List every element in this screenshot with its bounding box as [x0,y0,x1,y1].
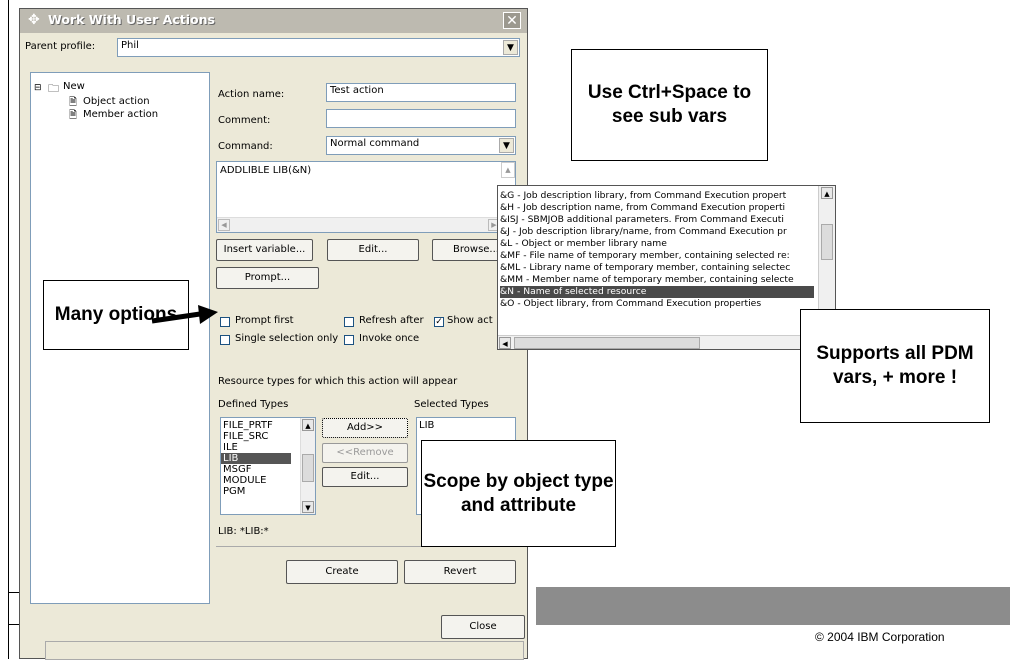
scroll-down-icon[interactable]: ▼ [302,501,314,513]
list-item[interactable]: &H - Job description name, from Command … [500,202,785,214]
scroll-up-icon[interactable]: ▲ [501,162,515,178]
status-bar [45,641,524,660]
list-item[interactable]: &J - Job description library/name, from … [500,226,787,238]
insert-variable-button[interactable]: Insert variable... [216,239,313,261]
command-label: Command: [218,141,273,152]
single-selection-checkbox[interactable] [220,335,230,345]
scroll-left-icon[interactable]: ◀ [499,337,511,349]
scroll-thumb[interactable] [514,337,700,349]
show-action-checkbox[interactable]: ✓ [434,317,444,327]
list-item[interactable]: &MF - File name of temporary member, con… [500,250,790,262]
show-action-label: Show act [447,315,493,326]
scroll-left-icon[interactable]: ◀ [218,219,230,231]
refresh-after-checkbox[interactable] [344,317,354,327]
callout-scope: Scope by object type and attribute [421,440,616,547]
add-button[interactable]: Add>> [322,418,408,438]
command-type-combo[interactable]: Normal command ▼ [326,136,516,155]
scroll-up-icon[interactable]: ▲ [302,419,314,431]
callout-ctrl-space: Use Ctrl+Space to see sub vars [571,49,768,161]
list-item[interactable]: &G - Job description library, from Comma… [500,190,786,202]
defined-types-scrollbar[interactable]: ▲ ▼ [300,418,315,514]
invoke-once-label: Invoke once [359,333,420,344]
callout-supports-all: Supports all PDM vars, + more ! [800,309,990,423]
copyright: © 2004 IBM Corporation [815,630,945,644]
list-item[interactable]: &ML - Library name of temporary member, … [500,262,790,274]
close-icon[interactable]: ✕ [503,12,521,29]
scroll-thumb[interactable] [302,454,314,482]
slide-left-rule [8,0,9,659]
new-folder-icon: 🗀 [48,82,59,95]
action-name-input[interactable]: Test action [326,83,516,102]
app-icon: ✥ [28,12,40,28]
type-filter-text: LIB: *LIB:* [218,526,269,537]
list-item[interactable]: &O - Object library, from Command Execut… [500,298,761,310]
comment-label: Comment: [218,115,271,126]
substitution-variables-popup[interactable]: &G - Job description library, from Comma… [497,185,836,350]
slide-rule-1 [8,592,19,593]
command-text: ADDLIBLE LIB(&N) [220,165,312,176]
single-selection-label: Single selection only [235,333,339,344]
resource-types-label: Resource types for which this action wil… [218,376,458,387]
scroll-thumb[interactable] [821,224,833,260]
defined-types-label: Defined Types [218,399,289,410]
list-item[interactable]: &L - Object or member library name [500,238,667,250]
selected-types-label: Selected Types [414,399,489,410]
arrow-right-icon [151,305,218,324]
invoke-once-checkbox[interactable] [344,335,354,345]
edit-command-button[interactable]: Edit... [327,239,419,261]
create-button[interactable]: Create [286,560,398,584]
command-textarea[interactable]: ADDLIBLE LIB(&N) ▲ ◀ ▶ [216,161,516,233]
slide-gray-bar [536,587,1010,625]
popup-horizontal-scrollbar[interactable]: ◀ [498,335,820,349]
tree-root-new[interactable]: New [61,81,85,92]
prompt-first-label: Prompt first [235,315,294,326]
list-item-selected[interactable]: &N - Name of selected resource [500,286,814,298]
close-button[interactable]: Close [441,615,525,639]
list-item-selected[interactable]: LIB [221,453,291,464]
collapse-icon[interactable]: ⊟ [34,83,42,93]
defined-types-list[interactable]: FILE_PRTF FILE_SRC ILE LIB MSGF MODULE P… [220,417,316,515]
remove-button[interactable]: <<Remove [322,443,408,463]
tree-item-object-action[interactable]: Object action [81,96,150,107]
title-bar[interactable]: ✥ Work With User Actions ✕ [20,9,527,33]
list-item[interactable]: LIB [417,420,515,431]
comment-input[interactable] [326,109,516,128]
parent-profile-combo[interactable]: Phil ▼ [117,38,520,57]
revert-button[interactable]: Revert [404,560,516,584]
slide-rule-2 [8,624,19,625]
chevron-down-icon[interactable]: ▼ [503,40,518,55]
refresh-after-label: Refresh after [359,315,424,326]
scroll-up-icon[interactable]: ▲ [821,187,833,199]
tree-item-member-action[interactable]: Member action [81,109,158,120]
parent-profile-value: Phil [121,40,139,51]
list-item[interactable]: &ISJ - SBMJOB additional parameters. Fro… [500,214,784,226]
parent-profile-label: Parent profile: [25,41,96,52]
action-name-label: Action name: [218,89,285,100]
member-action-icon: 🗎 [69,110,78,121]
prompt-first-checkbox[interactable] [220,317,230,327]
chevron-down-icon[interactable]: ▼ [499,138,514,153]
dialog-title: Work With User Actions [48,12,215,27]
command-type-value: Normal command [330,138,420,149]
horizontal-scrollbar[interactable]: ◀ ▶ [217,217,501,232]
edit-type-button[interactable]: Edit... [322,467,408,487]
prompt-button[interactable]: Prompt... [216,267,319,289]
list-item[interactable]: &MM - Member name of temporary member, c… [500,274,794,286]
